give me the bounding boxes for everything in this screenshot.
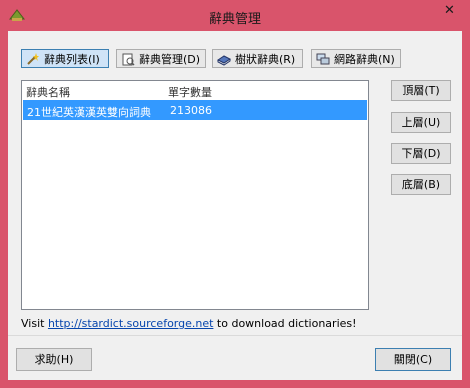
- tab-dictionary-manage[interactable]: 辭典管理(D): [116, 49, 206, 68]
- move-up-button[interactable]: 上層(U): [391, 112, 451, 133]
- column-header-word-count[interactable]: 單字數量: [168, 84, 212, 100]
- tab-tree-dictionary[interactable]: 樹狀辭典(R): [212, 49, 303, 68]
- window-title: 辭典管理: [208, 12, 261, 27]
- title-bar[interactable]: 辭典管理 ✕: [0, 0, 470, 31]
- tab-network-dictionary-label: 網路辭典(N): [334, 52, 395, 66]
- dictionary-name: 21世紀英漢漢英雙向詞典: [27, 106, 151, 119]
- tab-network-dictionary[interactable]: 網路辭典(N): [311, 49, 401, 68]
- move-top-button[interactable]: 頂層(T): [391, 80, 451, 101]
- tab-dictionary-list-label: 辭典列表(I): [44, 52, 100, 66]
- visit-suffix: to download dictionaries!: [216, 317, 357, 330]
- visit-prefix: Visit: [21, 317, 45, 330]
- help-button[interactable]: 求助(H): [16, 348, 92, 371]
- tab-dictionary-manage-label: 辭典管理(D): [139, 52, 201, 66]
- list-header: 辭典名稱 單字數量: [22, 81, 368, 99]
- tab-dictionary-list[interactable]: 辭典列表(I): [21, 49, 109, 68]
- divider: [8, 335, 462, 336]
- dictionary-word-count: 213086: [170, 104, 212, 117]
- dictionary-list[interactable]: 辭典名稱 單字數量 21世紀英漢漢英雙向詞典 213086: [21, 80, 369, 310]
- visit-message: Visit http://stardict.sourceforge.net to…: [21, 317, 357, 330]
- close-window-button[interactable]: ✕: [437, 1, 462, 21]
- close-button[interactable]: 關閉(C): [375, 348, 451, 371]
- tab-tree-dictionary-label: 樹狀辭典(R): [235, 52, 296, 66]
- move-down-button[interactable]: 下層(D): [391, 143, 451, 164]
- network-icon: [316, 53, 330, 64]
- dictionary-manager-window: 辭典管理 ✕ 辭典列表(I) 辭典管理(D) 樹狀辭典(R) 網路辭典(N) 辭…: [0, 0, 470, 388]
- list-item[interactable]: 21世紀英漢漢英雙向詞典 213086: [23, 100, 367, 120]
- wand-icon: [27, 52, 39, 65]
- move-bottom-button[interactable]: 底層(B): [391, 174, 451, 195]
- dictionary-manage-icon: [122, 53, 135, 66]
- dialog-client-area: 辭典列表(I) 辭典管理(D) 樹狀辭典(R) 網路辭典(N) 辭典名稱 單字數…: [8, 31, 462, 380]
- book-icon: [217, 54, 231, 66]
- stardict-link[interactable]: http://stardict.sourceforge.net: [48, 317, 213, 330]
- column-header-name[interactable]: 辭典名稱: [26, 84, 70, 100]
